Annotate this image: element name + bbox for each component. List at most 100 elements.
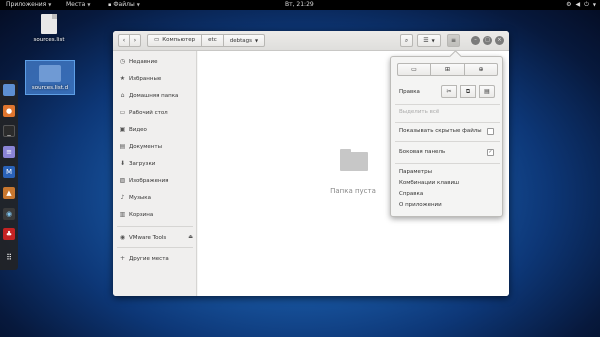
search-button[interactable]: ⌕ bbox=[400, 34, 413, 47]
maltego-icon: M bbox=[5, 168, 13, 176]
scissors-icon: ✂ bbox=[446, 88, 452, 95]
chevron-down-icon: ▼ bbox=[592, 2, 596, 7]
select-all-item[interactable]: Выделить всё bbox=[399, 109, 439, 115]
text-editor-icon: ≡ bbox=[6, 148, 12, 156]
star-icon: ★ bbox=[119, 75, 126, 82]
top-bar: Приложения ▼ Места ▼ ▪ Файлы ▼ Вт, 21:29 ⚙ ◀… bbox=[0, 0, 600, 10]
minimize-button[interactable]: – bbox=[471, 36, 480, 45]
sidebar-item-vmware-tools[interactable]: ◉ VMware Tools ⏏ bbox=[113, 231, 197, 244]
sidebar-item-videos[interactable]: ▣ Видео bbox=[113, 123, 197, 136]
dock-eye-app[interactable]: ◉ bbox=[3, 208, 15, 220]
desktop-folder-sources-list-d[interactable]: sources.list.d bbox=[25, 60, 75, 95]
drive-icon: ◉ bbox=[119, 234, 126, 241]
forward-button[interactable]: › bbox=[129, 34, 141, 47]
folder-icon: ▪ bbox=[108, 2, 112, 8]
applications-label: Приложения bbox=[6, 1, 47, 8]
sidebar-item-recent[interactable]: ◷ Недавние bbox=[113, 55, 197, 68]
text-file-icon bbox=[41, 14, 57, 34]
breadcrumb: ▭ Компьютер etc debtags ▼ bbox=[147, 34, 266, 47]
maximize-button[interactable]: □ bbox=[483, 36, 492, 45]
about-item[interactable]: О приложении bbox=[399, 202, 442, 208]
new-tab-icon: ⊞ bbox=[444, 66, 451, 73]
sidebar-item-label: Изображения bbox=[129, 178, 169, 184]
breadcrumb-etc[interactable]: etc bbox=[201, 34, 224, 47]
dock-text-editor[interactable]: ≡ bbox=[3, 146, 15, 158]
preferences-item[interactable]: Параметры bbox=[399, 169, 432, 175]
desktop-icon-label: sources.list.d bbox=[31, 85, 69, 91]
sidebar-toggle-checkbox[interactable]: ✓ bbox=[487, 149, 494, 156]
menu-button[interactable]: ≡ bbox=[447, 34, 460, 47]
music-icon: ♪ bbox=[120, 194, 125, 201]
home-icon: ⌂ bbox=[120, 92, 125, 99]
places-label: Места bbox=[66, 1, 86, 8]
sidebar-item-downloads[interactable]: ⬇ Загрузки bbox=[113, 157, 197, 170]
chevron-right-icon: › bbox=[133, 37, 137, 44]
sidebar-item-pictures[interactable]: ▨ Изображения bbox=[113, 174, 197, 187]
breadcrumb-label: debtags bbox=[229, 38, 252, 44]
chevron-down-icon: ▼ bbox=[255, 38, 259, 43]
dock: ● _ ≡ M ▲ ◉ ♣ ⠿ bbox=[0, 80, 18, 270]
folder-icon bbox=[3, 84, 15, 96]
drive-icon: ▭ bbox=[154, 37, 160, 43]
sidebar-item-desktop[interactable]: ▭ Рабочий стол bbox=[113, 106, 197, 119]
paste-button[interactable]: ▤ bbox=[479, 85, 495, 98]
header-bar: ‹ › ▭ Компьютер etc debtags ▼ ⌕ ☰ ▼ ≡ – □ × bbox=[113, 31, 509, 51]
menu-divider bbox=[395, 122, 500, 123]
sidebar-item-home[interactable]: ⌂ Домашняя папка bbox=[113, 89, 197, 102]
sidebar-divider bbox=[117, 226, 193, 227]
new-folder-icon: ⊕ bbox=[478, 66, 484, 73]
breadcrumb-debtags[interactable]: debtags ▼ bbox=[222, 34, 266, 47]
dock-burpsuite[interactable]: ▲ bbox=[3, 187, 15, 199]
system-tray[interactable]: ⚙ ◀ ⏻ ▼ bbox=[566, 0, 596, 10]
sidebar-item-starred[interactable]: ★ Избранные bbox=[113, 72, 197, 85]
network-icon: ⚙ bbox=[566, 1, 572, 8]
places-menu[interactable]: Места ▼ bbox=[66, 0, 90, 10]
sidebar-toggle-item[interactable]: Боковая панель bbox=[399, 149, 445, 155]
close-button[interactable]: × bbox=[495, 36, 504, 45]
desktop-file-sources-list[interactable]: sources.list bbox=[27, 14, 71, 43]
copy-button[interactable]: ⧉ bbox=[460, 85, 476, 98]
menu-divider bbox=[395, 104, 500, 105]
chevron-down-icon: ▼ bbox=[136, 2, 140, 7]
desktop-icon-label: sources.list bbox=[33, 37, 65, 43]
clipboard-icon: ▤ bbox=[484, 88, 490, 95]
breadcrumb-computer[interactable]: ▭ Компьютер bbox=[147, 34, 203, 47]
new-window-button[interactable]: ▭ bbox=[397, 63, 431, 76]
dock-terminal[interactable]: _ bbox=[3, 125, 15, 137]
dock-files[interactable] bbox=[3, 84, 15, 96]
download-icon: ⬇ bbox=[119, 160, 126, 167]
sidebar-item-other-locations[interactable]: + Другие места bbox=[113, 252, 197, 265]
show-hidden-files-item[interactable]: Показывать скрытые файлы bbox=[399, 128, 482, 134]
app-menu-popover: ▭ ⊞ ⊕ Правка ✂ ⧉ ▤ Выделить всё Показыва… bbox=[390, 56, 503, 217]
show-hidden-files-checkbox[interactable] bbox=[487, 128, 494, 135]
cherry-icon: ♣ bbox=[5, 230, 13, 238]
new-tab-button[interactable]: ⊞ bbox=[430, 63, 465, 76]
sidebar-item-label: Музыка bbox=[129, 195, 151, 201]
dock-firefox[interactable]: ● bbox=[3, 105, 15, 117]
sidebar-item-documents[interactable]: ▤ Документы bbox=[113, 140, 197, 153]
empty-folder-label: Папка пуста bbox=[330, 187, 376, 195]
cut-button[interactable]: ✂ bbox=[441, 85, 457, 98]
check-icon: ✓ bbox=[488, 149, 493, 155]
grid-icon: ⠿ bbox=[6, 253, 12, 262]
dock-maltego[interactable]: M bbox=[3, 166, 15, 178]
show-applications-button[interactable]: ⠿ bbox=[3, 252, 15, 264]
sidebar-item-trash[interactable]: ▥ Корзина bbox=[113, 208, 197, 221]
sidebar: ◷ Недавние ★ Избранные ⌂ Домашняя папка ▭ Ра… bbox=[113, 51, 197, 296]
clock[interactable]: Вт, 21:29 bbox=[285, 0, 314, 10]
applications-menu[interactable]: Приложения ▼ bbox=[6, 0, 51, 10]
sidebar-item-music[interactable]: ♪ Музыка bbox=[113, 191, 197, 204]
new-folder-button[interactable]: ⊕ bbox=[464, 63, 498, 76]
files-app-menu[interactable]: ▪ Файлы ▼ bbox=[108, 0, 140, 10]
sidebar-item-label: Корзина bbox=[129, 212, 154, 218]
eject-icon[interactable]: ⏏ bbox=[188, 231, 193, 244]
dock-cherrytree[interactable]: ♣ bbox=[3, 228, 15, 240]
empty-folder-icon bbox=[340, 149, 368, 171]
edit-label: Правка bbox=[399, 89, 420, 95]
keyboard-shortcuts-item[interactable]: Комбинации клавиш bbox=[399, 180, 459, 186]
help-item[interactable]: Справка bbox=[399, 191, 423, 197]
hamburger-icon: ≡ bbox=[450, 37, 457, 44]
view-options-button[interactable]: ☰ ▼ bbox=[417, 34, 441, 47]
menu-divider bbox=[395, 163, 500, 164]
chevron-down-icon: ▼ bbox=[48, 2, 52, 7]
